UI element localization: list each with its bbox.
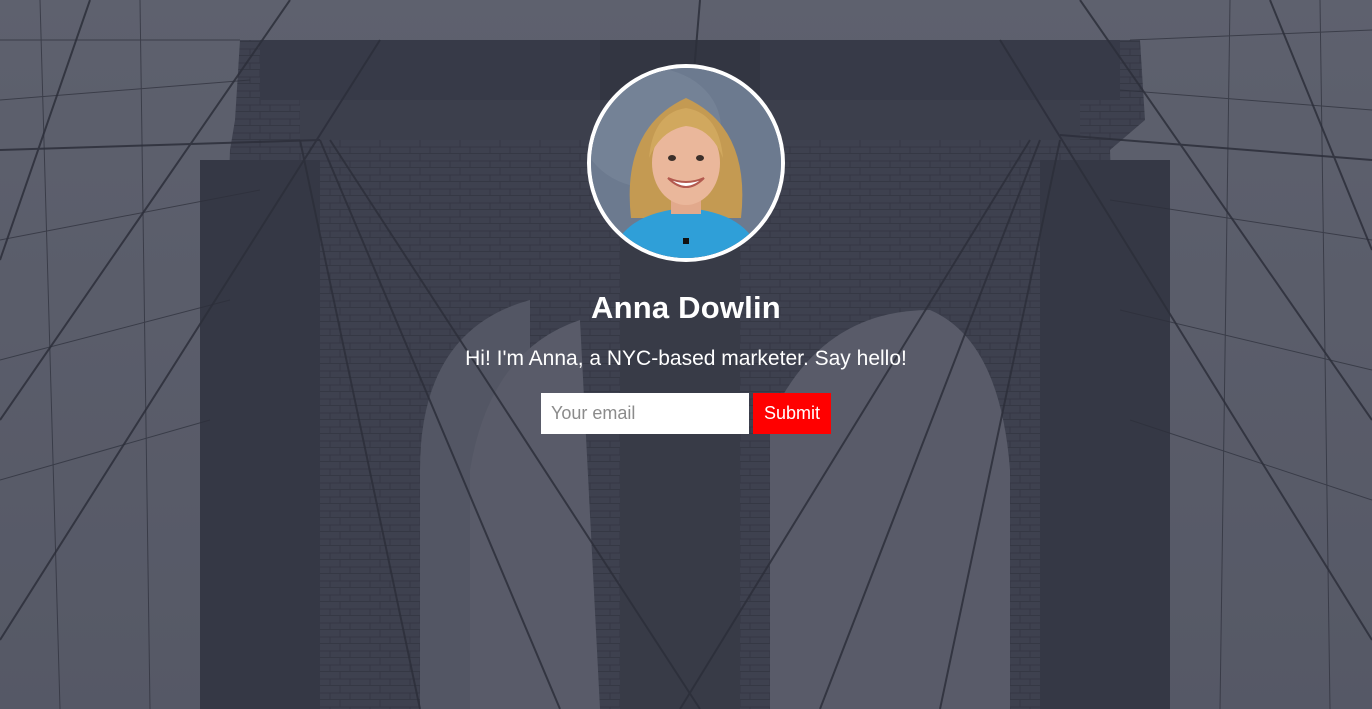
email-input[interactable]: [541, 393, 749, 434]
hero-section: Anna Dowlin Hi! I'm Anna, a NYC-based ma…: [0, 64, 1372, 434]
avatar: [587, 64, 785, 262]
profile-tagline: Hi! I'm Anna, a NYC-based marketer. Say …: [465, 347, 907, 370]
profile-name: Anna Dowlin: [591, 290, 781, 325]
signup-form: Submit: [0, 393, 1372, 434]
submit-button[interactable]: Submit: [753, 393, 831, 434]
profile-photo: [591, 68, 781, 258]
